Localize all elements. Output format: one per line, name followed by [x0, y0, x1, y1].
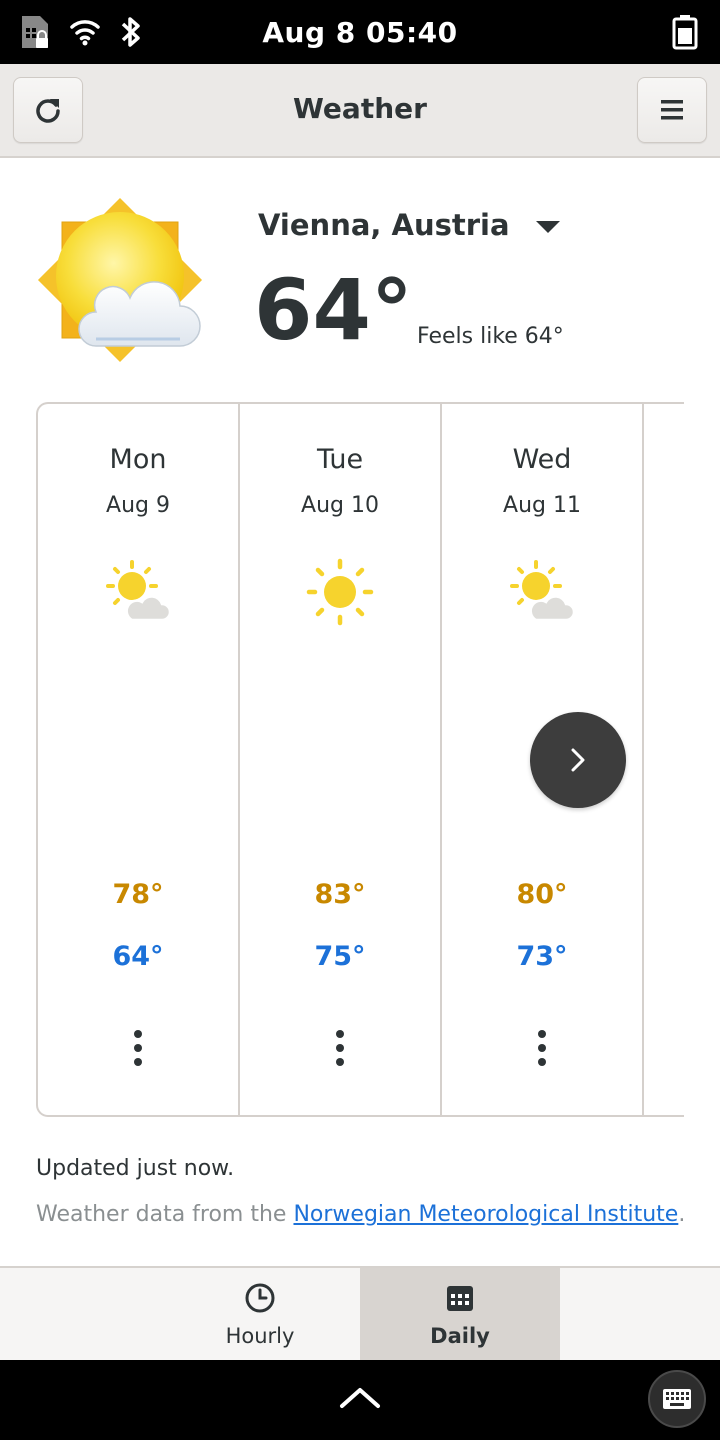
status-time: Aug 8 05:40 [262, 16, 458, 49]
partly-cloudy-icon [106, 560, 172, 622]
keyboard-icon [663, 1389, 691, 1409]
system-bottom-bar [0, 1360, 720, 1440]
sunny-icon [306, 558, 374, 626]
current-temperature: 64° [254, 261, 413, 359]
keyboard-toggle-button[interactable] [648, 1370, 706, 1428]
day-date: Aug 11 [503, 493, 581, 518]
sun-with-cloud-icon [36, 196, 204, 364]
day-name: Mon [109, 444, 167, 475]
forecast-day: Tue Aug 10 83° 75° [240, 404, 442, 1115]
tab-daily-label: Daily [430, 1324, 490, 1348]
high-temperature: 83° [314, 879, 366, 910]
hamburger-menu-icon [661, 100, 683, 120]
forecast-day: Mon Aug 9 78° 64° [38, 404, 240, 1115]
chevron-right-icon [571, 748, 585, 772]
scroll-next-button[interactable] [530, 712, 626, 808]
more-details-icon[interactable] [134, 1030, 142, 1066]
attribution-suffix: . [678, 1202, 686, 1227]
main-menu-button[interactable] [637, 77, 707, 143]
attribution: Weather data from the Norwegian Meteorol… [36, 1202, 685, 1227]
status-icons-right [672, 14, 698, 54]
low-temperature: 73° [516, 941, 568, 972]
tab-hourly-label: Hourly [225, 1324, 295, 1348]
more-details-icon[interactable] [538, 1030, 546, 1066]
view-switcher: Hourly Daily [0, 1266, 720, 1362]
day-name: Wed [512, 444, 572, 475]
status-bar: Aug 8 05:40 [0, 0, 720, 64]
battery-icon [672, 15, 698, 50]
day-date: Aug 10 [301, 493, 379, 518]
clock-icon [245, 1283, 275, 1313]
page-title: Weather [293, 92, 427, 125]
partly-cloudy-icon [510, 560, 576, 622]
forecast-day-partial [644, 404, 684, 1115]
attribution-link[interactable]: Norwegian Meteorological Institute [293, 1202, 678, 1227]
day-date: Aug 9 [106, 493, 170, 518]
dropdown-arrow-icon [535, 221, 560, 233]
high-temperature: 80° [516, 879, 568, 910]
day-name: Tue [316, 444, 364, 475]
low-temperature: 75° [314, 941, 366, 972]
header-bar: Weather [0, 64, 720, 158]
attribution-prefix: Weather data from the [36, 1202, 294, 1227]
tab-hourly[interactable]: Hourly [160, 1268, 360, 1362]
high-temperature: 78° [112, 879, 164, 910]
more-details-icon[interactable] [336, 1030, 344, 1066]
calendar-icon [447, 1286, 473, 1311]
feels-like: Feels like 64° [417, 324, 564, 349]
chevron-up-icon[interactable] [338, 1384, 382, 1412]
low-temperature: 64° [112, 941, 164, 972]
location-name: Vienna, Austria [258, 208, 510, 242]
updated-status: Updated just now. [36, 1156, 235, 1181]
location-selector[interactable]: Vienna, Austria [258, 208, 560, 242]
tab-daily[interactable]: Daily [360, 1268, 560, 1362]
